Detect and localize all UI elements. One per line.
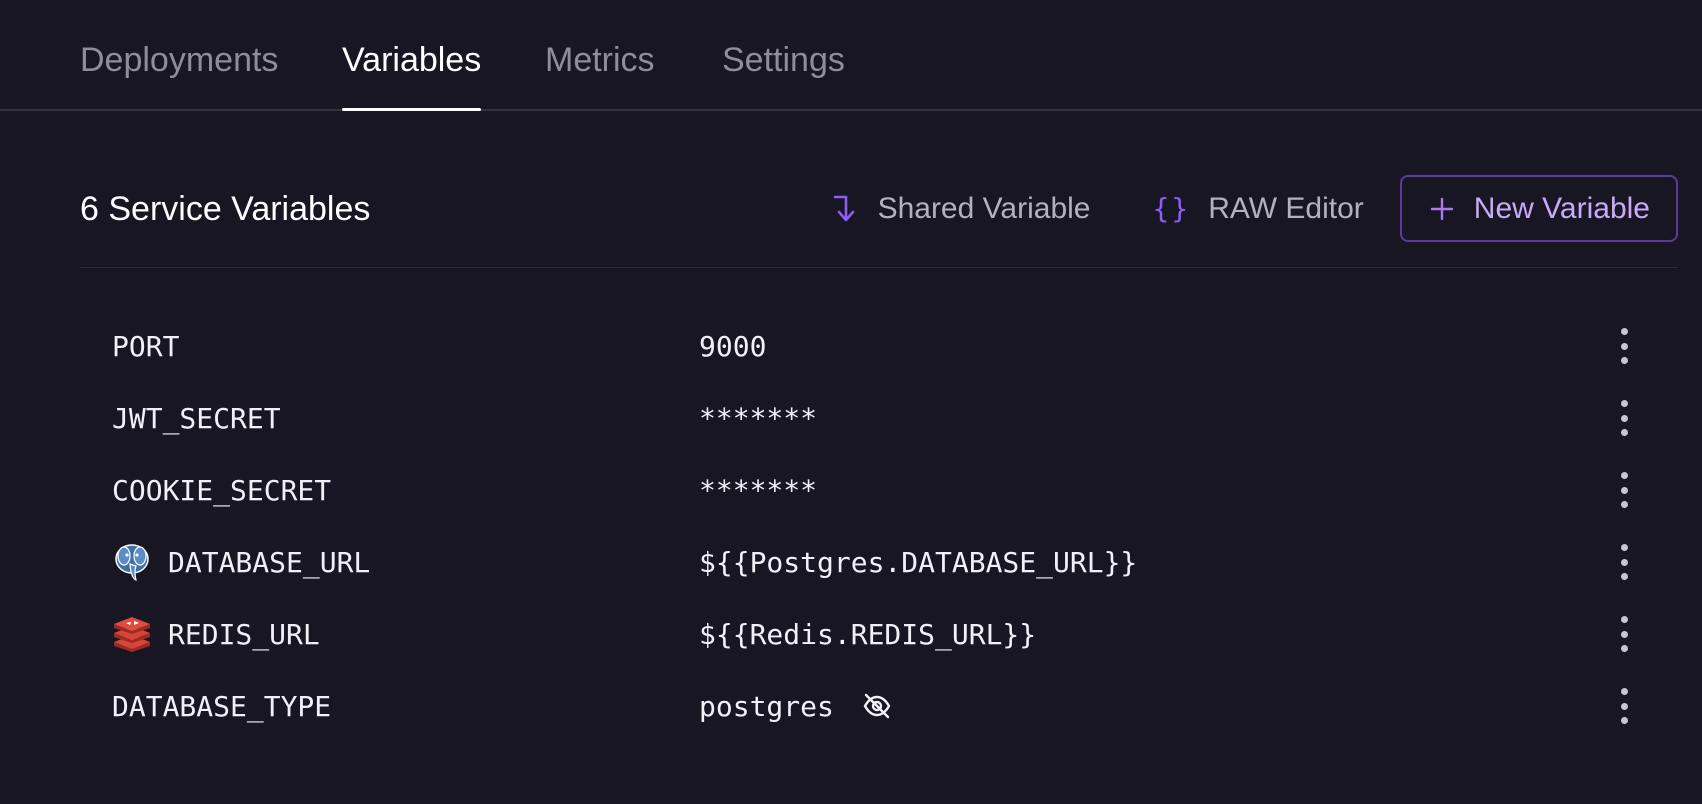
more-options-icon[interactable] — [1614, 616, 1634, 652]
variable-value-text: ${{Redis.REDIS_URL}} — [699, 617, 1037, 651]
variable-name: REDIS_URL — [168, 617, 320, 651]
variable-row-database-type[interactable]: DATABASE_TYPE postgres — [80, 670, 1678, 742]
variable-value-text: 9000 — [699, 329, 767, 363]
variable-row-database-url[interactable]: DATABASE_URL ${{Postgres.DATABASE_URL}} — [80, 526, 1678, 598]
variable-name: DATABASE_URL — [168, 545, 371, 579]
tab-metrics[interactable]: Metrics — [545, 38, 655, 82]
variable-value: ******* — [699, 454, 817, 526]
variable-name: PORT — [112, 329, 180, 363]
new-variable-label: New Variable — [1473, 191, 1650, 225]
raw-editor-label: RAW Editor — [1208, 191, 1364, 225]
variables-header: 6 Service Variables Shared Variable {} R… — [80, 175, 1678, 268]
variable-value-text: postgres — [699, 689, 834, 723]
more-options-icon[interactable] — [1614, 688, 1634, 724]
variable-row-port[interactable]: PORT 9000 — [80, 310, 1678, 382]
more-options-icon[interactable] — [1614, 472, 1634, 508]
variable-row-cookie-secret[interactable]: COOKIE_SECRET ******* — [80, 454, 1678, 526]
variable-name: JWT_SECRET — [112, 401, 281, 435]
variable-value-text: ${{Postgres.DATABASE_URL}} — [699, 545, 1138, 579]
tab-bar: Deployments Variables Metrics Settings — [0, 0, 1702, 111]
new-variable-button[interactable]: New Variable — [1399, 175, 1678, 242]
variable-row-redis-url[interactable]: REDIS_URL ${{Redis.REDIS_URL}} — [80, 598, 1678, 670]
variables-list: PORT 9000 JWT_SECRET ******* COOKIE_SECR… — [80, 310, 1678, 742]
more-options-icon[interactable] — [1614, 544, 1634, 580]
braces-icon: {} — [1152, 191, 1191, 225]
more-options-icon[interactable] — [1614, 400, 1634, 436]
plus-icon — [1430, 197, 1454, 221]
raw-editor-button[interactable]: {} RAW Editor — [1152, 189, 1363, 229]
variable-name-with-icon: DATABASE_URL — [112, 526, 370, 598]
variable-value: postgres — [699, 670, 892, 742]
header-actions: Shared Variable {} RAW Editor New Variab… — [832, 175, 1678, 242]
variable-value-text: ******* — [699, 401, 818, 435]
shared-variable-button[interactable]: Shared Variable — [832, 189, 1091, 229]
redis-icon — [112, 614, 152, 654]
tab-deployments[interactable]: Deployments — [80, 38, 278, 82]
postgres-icon — [112, 542, 152, 582]
tab-settings[interactable]: Settings — [722, 38, 845, 82]
section-title: 6 Service Variables — [80, 190, 371, 228]
variable-value: ${{Postgres.DATABASE_URL}} — [699, 526, 1137, 598]
variable-value: ******* — [699, 382, 817, 454]
variable-value-text: ******* — [699, 473, 818, 507]
arrow-down-right-icon — [832, 193, 860, 225]
variable-name: DATABASE_TYPE — [112, 689, 332, 723]
variable-name-with-icon: REDIS_URL — [112, 598, 320, 670]
more-options-icon[interactable] — [1614, 328, 1634, 364]
tab-variables[interactable]: Variables — [342, 38, 481, 82]
variable-value: 9000 — [699, 310, 766, 382]
variable-value: ${{Redis.REDIS_URL}} — [699, 598, 1036, 670]
active-tab-indicator — [342, 108, 481, 111]
variable-row-jwt-secret[interactable]: JWT_SECRET ******* — [80, 382, 1678, 454]
shared-variable-label: Shared Variable — [877, 191, 1091, 225]
eye-off-icon[interactable] — [862, 691, 892, 721]
variable-name: COOKIE_SECRET — [112, 473, 332, 507]
